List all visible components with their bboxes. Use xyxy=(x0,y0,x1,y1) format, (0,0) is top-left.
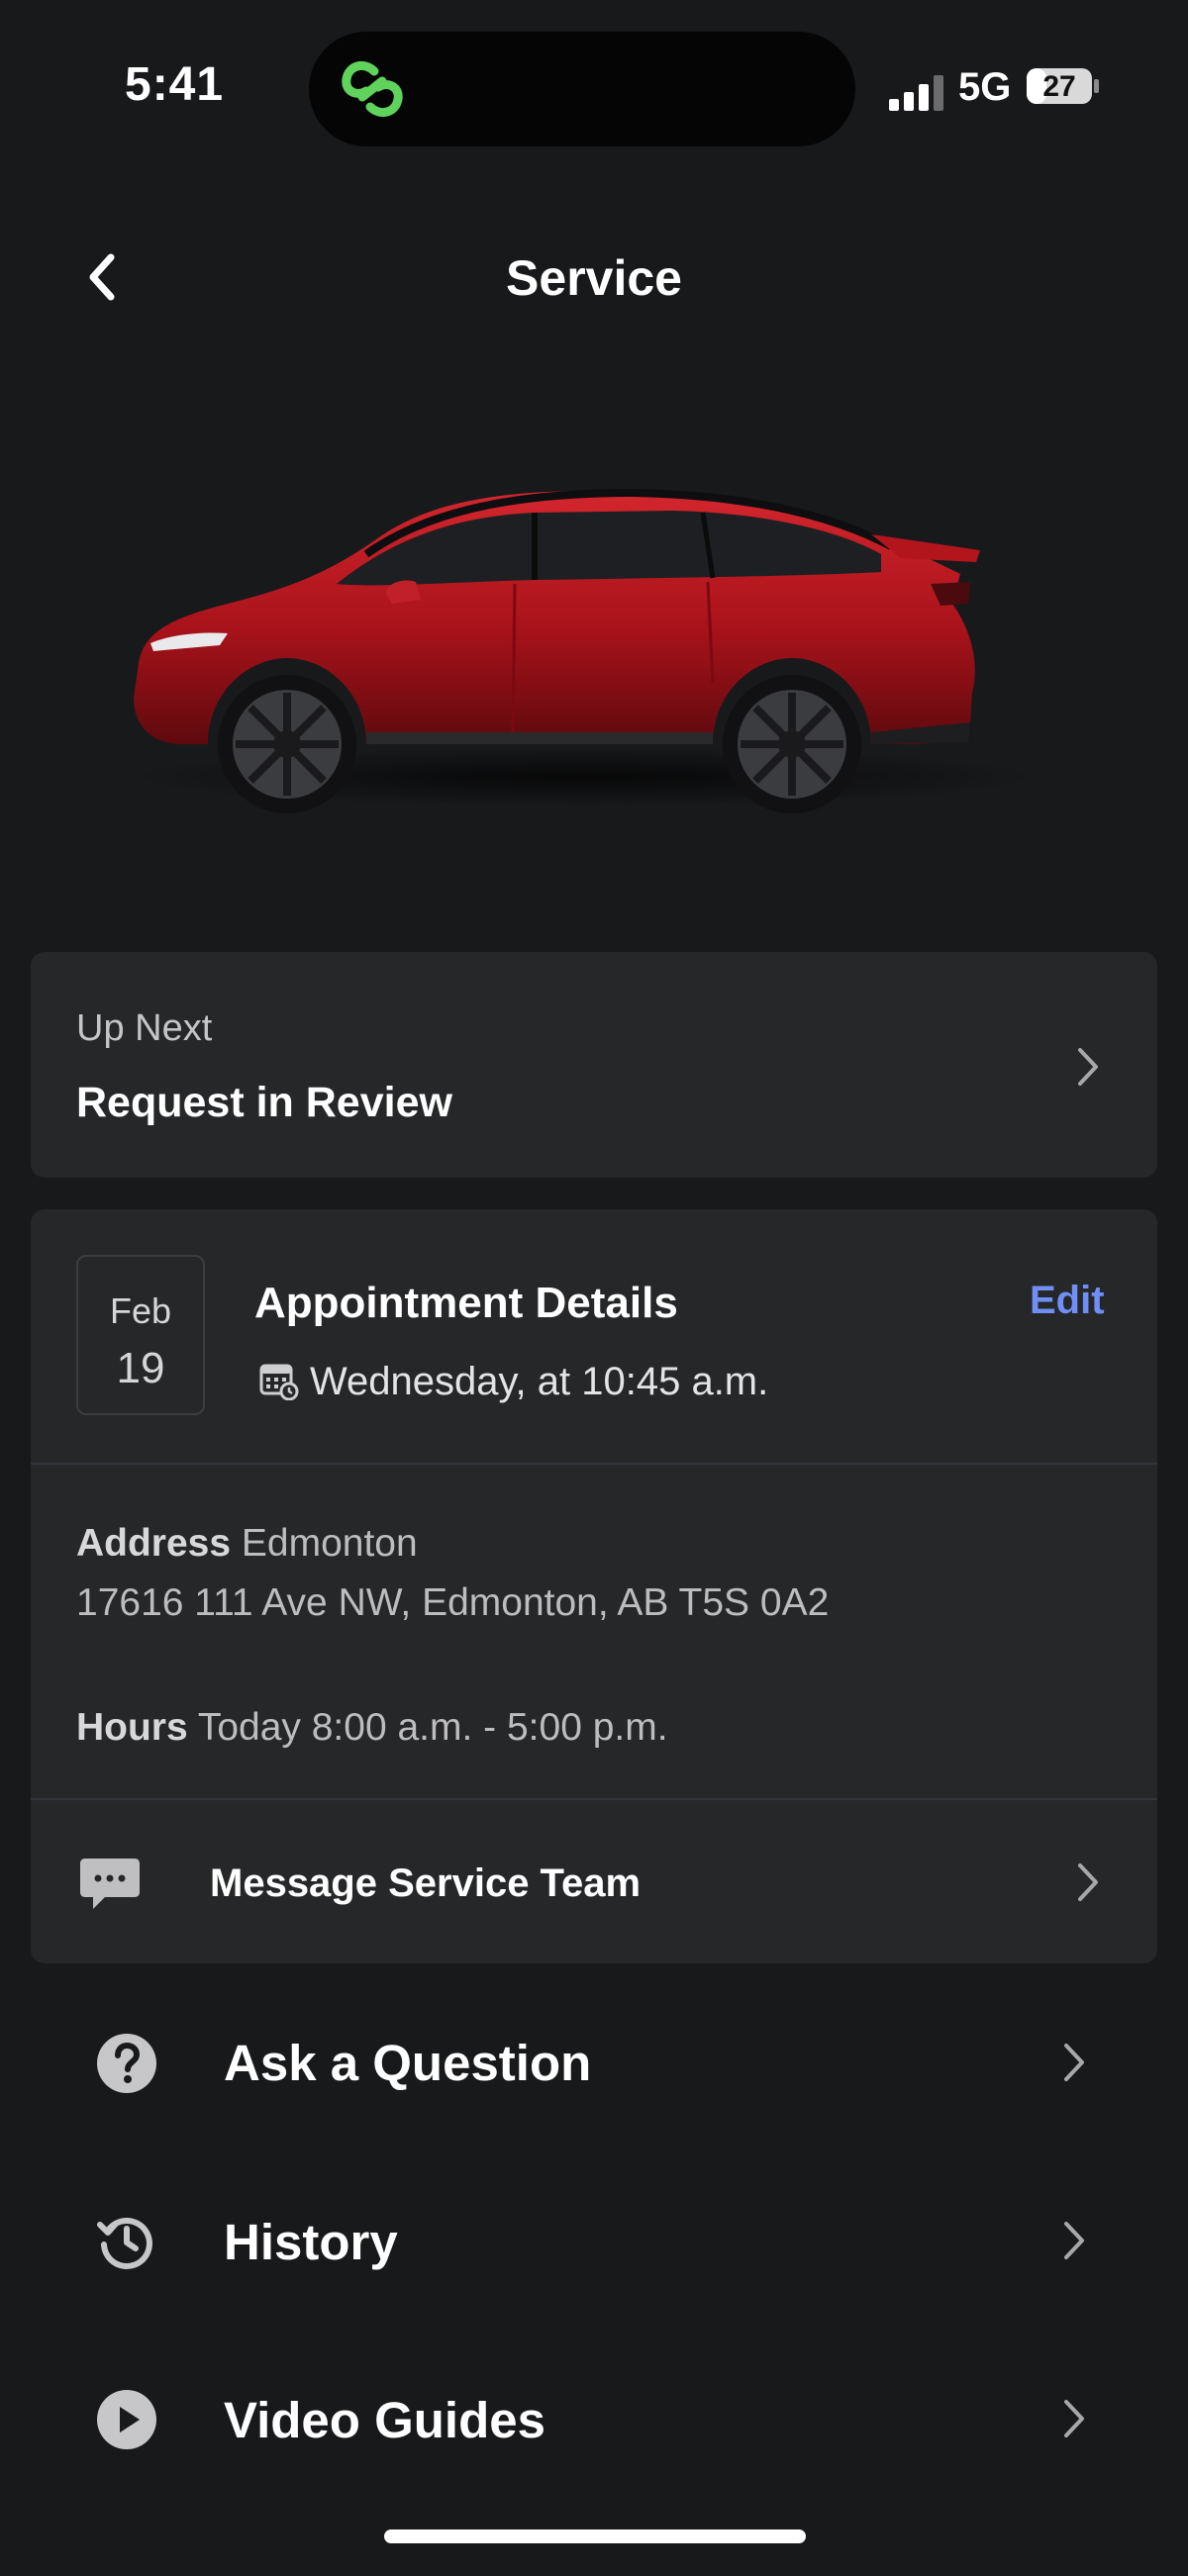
address-full[interactable]: 17616 111 Ave NW, Edmonton, AB T5S 0A2 xyxy=(76,1581,829,1625)
address-city: Edmonton xyxy=(241,1522,418,1565)
up-next-card[interactable] xyxy=(31,952,1157,1178)
network-type: 5G xyxy=(958,65,1012,109)
appointment-month: Feb xyxy=(109,1290,172,1331)
chevron-right-icon xyxy=(1078,1863,1098,1901)
video-guides-row[interactable] xyxy=(31,2345,1157,2494)
edit-appointment-link[interactable]: Edit xyxy=(1030,1279,1105,1323)
hours-value: Today 8:00 a.m. - 5:00 p.m. xyxy=(197,1706,668,1749)
appointment-date-badge: Feb 19 xyxy=(76,1255,205,1415)
home-indicator[interactable] xyxy=(384,2529,806,2543)
vehicle-image xyxy=(129,488,1040,813)
hours-label: Hours xyxy=(76,1706,188,1749)
chat-bubble-icon xyxy=(80,1859,140,1909)
message-service-team-label: Message Service Team xyxy=(210,1861,642,1905)
chevron-right-icon xyxy=(1064,2044,1084,2081)
address-heading: Address Edmonton xyxy=(76,1522,418,1566)
status-time: 5:41 xyxy=(125,58,225,111)
question-circle-icon xyxy=(97,2034,156,2093)
battery-level: 27 xyxy=(1042,70,1076,103)
divider xyxy=(31,1463,1157,1465)
appointment-day: 19 xyxy=(116,1344,165,1392)
chevron-right-icon xyxy=(1064,2222,1084,2259)
chevron-right-icon xyxy=(1064,2400,1084,2437)
appointment-time: Wednesday, at 10:45 a.m. xyxy=(310,1360,769,1403)
battery-icon: 27 xyxy=(1026,67,1101,105)
page-title: Service xyxy=(506,250,682,306)
up-next-status: Request in Review xyxy=(76,1079,452,1126)
history-row[interactable] xyxy=(31,2167,1157,2316)
chevron-right-icon xyxy=(1078,1048,1098,1086)
video-guides-label: Video Guides xyxy=(224,2392,545,2448)
ask-question-row[interactable] xyxy=(31,1989,1157,2138)
cellular-signal-icon xyxy=(889,75,943,111)
linked-rings-icon xyxy=(342,60,403,118)
calendar-icon xyxy=(259,1364,299,1400)
hours-line: Hours Today 8:00 a.m. - 5:00 p.m. xyxy=(76,1706,668,1750)
appointment-title: Appointment Details xyxy=(254,1279,678,1327)
play-circle-icon xyxy=(97,2390,156,2449)
up-next-label: Up Next xyxy=(76,1007,213,1049)
address-label: Address xyxy=(76,1522,232,1565)
ask-question-label: Ask a Question xyxy=(224,2035,592,2091)
history-icon xyxy=(97,2218,152,2269)
history-label: History xyxy=(224,2214,398,2270)
